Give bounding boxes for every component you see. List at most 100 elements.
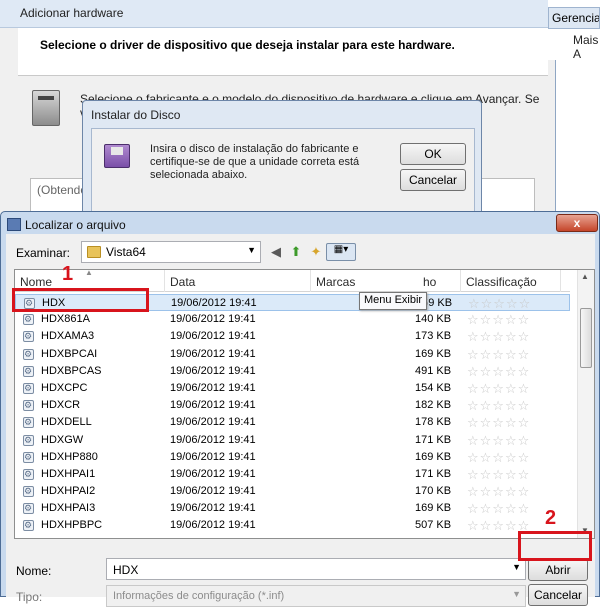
hardware-icon [32,90,60,126]
file-date: 19/06/2012 19:41 [170,416,256,429]
file-date: 19/06/2012 19:41 [170,330,256,343]
filetype-select[interactable]: Informações de configuração (*.inf) ▼ [106,585,526,607]
scrollbar[interactable]: ▲ ▼ [577,270,594,538]
filename-value: HDX [113,563,139,577]
folder-icon [87,246,101,258]
table-row[interactable]: HDXHPAI2 19/06/2012 19:41 170 KB ☆☆☆☆☆ [15,483,570,500]
annotation-number-2: 2 [545,507,557,529]
new-folder-icon[interactable]: ✦ [308,244,324,260]
scroll-up-icon[interactable]: ▲ [581,272,589,281]
file-icon [23,328,34,345]
table-row[interactable]: HDX861A 19/06/2012 19:41 140 KB ☆☆☆☆☆ [15,311,570,328]
file-size: 182 KB [415,399,452,412]
column-data[interactable]: Data [165,270,311,292]
file-name: HDXCPC [41,381,88,394]
file-rows: HDX19/06/2012 19:41169 KB☆☆☆☆☆HDX861A19/… [15,294,570,535]
ok-button[interactable]: OK [400,143,466,165]
rating-stars[interactable]: ☆☆☆☆☆ [467,380,530,397]
disk-icon [104,144,130,168]
file-date: 19/06/2012 19:41 [170,467,256,480]
column-classificacao[interactable]: Classificação [461,270,561,292]
more-actions-link[interactable]: Mais A [573,33,600,61]
table-row[interactable]: HDXHPAI3 19/06/2012 19:41 169 KB ☆☆☆☆☆ [15,500,570,517]
file-size: 507 KB [415,519,452,532]
up-folder-icon[interactable]: ⬆ [288,244,304,260]
open-button[interactable]: Abrir [528,559,588,581]
file-size: 171 KB [415,433,452,446]
install-disk-body: Insira o disco de instalação do fabrican… [91,128,475,218]
table-row[interactable]: HDXCPC 19/06/2012 19:41 154 KB ☆☆☆☆☆ [15,380,570,397]
file-size: 170 KB [415,485,452,498]
install-disk-title: Instalar do Disco [91,108,181,122]
file-size: 169 KB [415,347,452,360]
table-row[interactable]: HDXAMA3 19/06/2012 19:41 173 KB ☆☆☆☆☆ [15,328,570,345]
file-size: 171 KB [415,467,452,480]
file-date: 19/06/2012 19:41 [170,485,256,498]
file-date: 19/06/2012 19:41 [170,313,256,326]
add-hardware-title: Adicionar hardware [0,0,556,28]
rating-stars[interactable]: ☆☆☆☆☆ [467,432,530,449]
file-name: HDX861A [41,313,90,326]
column-marcas-label: Marcas [316,275,356,289]
table-row[interactable]: HDXBPCAI 19/06/2012 19:41 169 KB ☆☆☆☆☆ [15,346,570,363]
file-date: 19/06/2012 19:41 [170,433,256,446]
file-icon [23,500,34,517]
file-date: 19/06/2012 19:41 [170,450,256,463]
file-icon [23,363,34,380]
cancel-button[interactable]: Cancelar [528,584,588,606]
column-marcas[interactable]: Marcas ho [311,270,461,292]
rating-stars[interactable]: ☆☆☆☆☆ [468,295,531,312]
annotation-number-1: 1 [62,263,74,285]
chevron-down-icon[interactable]: ▼ [247,245,256,255]
rating-stars[interactable]: ☆☆☆☆☆ [467,311,530,328]
rating-stars[interactable]: ☆☆☆☆☆ [467,397,530,414]
tipo-label: Tipo: [16,590,43,604]
obtaining-text: (Obtendo [37,183,88,197]
file-icon [23,311,34,328]
disk-cancel-button[interactable]: Cancelar [400,169,466,191]
rating-stars[interactable]: ☆☆☆☆☆ [467,346,530,363]
table-row[interactable]: HDXBPCAS 19/06/2012 19:41 491 KB ☆☆☆☆☆ [15,363,570,380]
file-size: 178 KB [415,416,452,429]
table-row[interactable]: HDXCR 19/06/2012 19:41 182 KB ☆☆☆☆☆ [15,397,570,414]
table-row[interactable]: HDXDELL 19/06/2012 19:41 178 KB ☆☆☆☆☆ [15,414,570,431]
tab-gerenciador[interactable]: Gerenciad [548,7,600,29]
rating-stars[interactable]: ☆☆☆☆☆ [467,449,530,466]
table-row[interactable]: HDXGW 19/06/2012 19:41 171 KB ☆☆☆☆☆ [15,432,570,449]
filetype-value: Informações de configuração (*.inf) [113,590,285,602]
rating-stars[interactable]: ☆☆☆☆☆ [467,414,530,431]
install-disk-dialog: Instalar do Disco Insira o disco de inst… [82,100,482,220]
rating-stars[interactable]: ☆☆☆☆☆ [467,363,530,380]
file-size: 169 KB [415,450,452,463]
rating-stars[interactable]: ☆☆☆☆☆ [467,328,530,345]
sort-arrow-icon: ▲ [85,268,93,277]
file-size: 154 KB [415,381,452,394]
file-icon [23,346,34,363]
file-size: 491 KB [415,364,452,377]
table-row[interactable]: HDXHPAI1 19/06/2012 19:41 171 KB ☆☆☆☆☆ [15,466,570,483]
folder-select[interactable]: Vista64 ▼ [81,241,261,263]
filename-input[interactable]: HDX ▼ [106,558,526,580]
dialog-app-icon [7,218,21,231]
add-hardware-header: Selecione o driver de dispositivo que de… [18,28,548,76]
scroll-thumb[interactable] [580,308,592,368]
tooltip: Menu Exibir [359,292,428,310]
rating-stars[interactable]: ☆☆☆☆☆ [467,500,530,517]
close-icon[interactable]: x [556,214,598,232]
table-row[interactable]: HDXHPBPC19/06/2012 19:41507 KB☆☆☆☆☆ [15,517,570,534]
chevron-down-icon[interactable]: ▼ [512,562,521,572]
file-name: HDXDELL [41,416,92,429]
view-menu-icon[interactable]: ▦▾ [326,243,356,261]
file-icon [23,483,34,500]
file-name: HDXHPAI3 [41,502,96,515]
file-size: 140 KB [415,313,452,326]
file-date: 19/06/2012 19:41 [170,364,256,377]
folder-name: Vista64 [106,245,146,259]
examinar-label: Examinar: [16,246,71,260]
rating-stars[interactable]: ☆☆☆☆☆ [467,466,530,483]
rating-stars[interactable]: ☆☆☆☆☆ [467,483,530,500]
back-icon[interactable]: ◀ [268,244,284,260]
file-icon [23,414,34,431]
table-row[interactable]: HDXHP880 19/06/2012 19:41 169 KB ☆☆☆☆☆ [15,449,570,466]
chevron-down-icon[interactable]: ▼ [512,589,521,599]
